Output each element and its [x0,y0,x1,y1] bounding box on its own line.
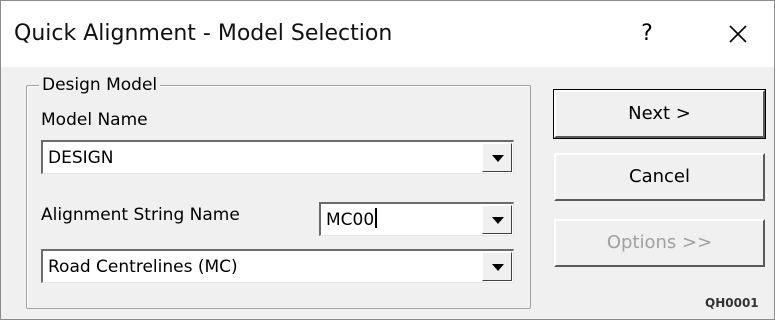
window-title: Quick Alignment - Model Selection [14,21,393,46]
model-name-value: DESIGN [48,148,114,168]
alignment-string-value[interactable]: MC00 [326,210,374,230]
string-type-value: Road Centrelines (MC) [48,257,238,277]
model-name-combo[interactable]: DESIGN [41,140,514,174]
alignment-string-label: Alignment String Name [41,205,240,225]
close-icon [729,25,747,43]
alignment-string-text: MC00 [326,208,378,232]
text-caret [375,208,378,228]
alignment-string-combo[interactable]: MC00 [319,202,514,236]
model-name-label: Model Name [41,110,148,130]
help-button[interactable]: ? [617,13,677,55]
group-legend: Design Model [39,74,161,96]
form-code-label: QH0001 [705,296,759,310]
alignment-string-dropdown-button[interactable] [482,205,512,234]
cancel-button[interactable]: Cancel [554,153,765,201]
next-button[interactable]: Next > [553,89,766,139]
string-type-combo[interactable]: Road Centrelines (MC) [41,249,514,283]
dialog-window: Quick Alignment - Model Selection ? Desi… [0,0,775,320]
model-name-dropdown-button[interactable] [482,143,512,172]
string-type-dropdown-button[interactable] [482,252,512,281]
title-bar: Quick Alignment - Model Selection ? [1,1,774,67]
close-button[interactable] [703,13,773,55]
options-button[interactable]: Options >> [554,219,765,267]
